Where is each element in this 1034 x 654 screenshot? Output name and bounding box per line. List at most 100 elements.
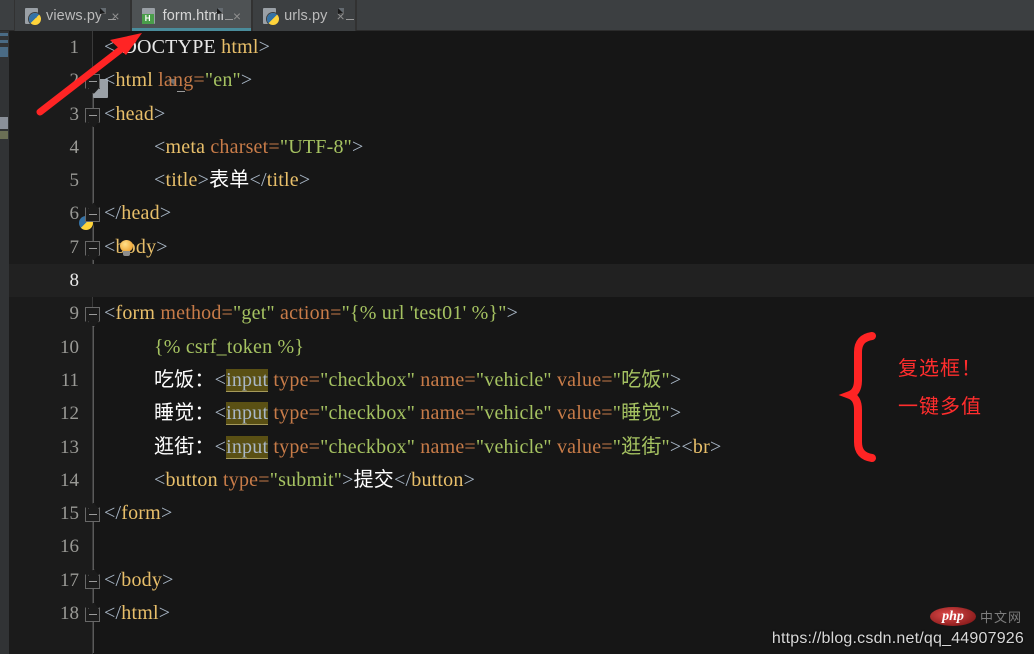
token-attr-method: method= [155,302,233,324]
token-attr-type: type= [268,402,320,424]
code-line[interactable]: 1 <!DOCTYPE html> [9,31,1034,64]
fold-marker-icon[interactable] [85,607,100,622]
token-attr-type: type= [268,369,320,391]
code-line[interactable]: 6 </head> [9,197,1034,230]
html-file-icon: H [141,8,157,24]
code-line[interactable]: 15 </form> [9,497,1034,530]
code-line[interactable]: 14 <button type="submit">提交</button> [9,464,1034,497]
token-tag-input-highlighted: input [226,436,268,459]
token-gt: > [507,302,518,324]
token-tag-button: button [165,469,217,491]
token-attr-name: name= [415,369,476,391]
tab-views-py[interactable]: views.py × [14,0,131,31]
fold-marker-icon[interactable] [85,108,100,123]
token-val-submit: "submit" [270,469,342,491]
code-line[interactable]: 12 睡觉：<input type="checkbox" name="vehic… [9,397,1034,430]
tab-form-html[interactable]: H form.html × [131,0,253,31]
fold-marker-icon[interactable] [85,507,100,522]
token-tag-html: html [115,69,152,91]
token-tag-form: form [115,302,155,324]
token-gt: > [670,369,681,391]
token-tag-button-close: button [411,469,463,491]
code-text: <html lang="en"> [104,64,252,97]
code-line[interactable]: 13 逛街：<input type="checkbox" name="vehic… [9,431,1034,464]
line-number: 18 [9,597,79,630]
code-line-current[interactable]: 8 [9,264,1034,297]
token-lt: < [104,69,115,91]
fold-marker-icon[interactable] [85,307,100,322]
code-lines: 1 <!DOCTYPE html> 2 <html lang="en"> [9,31,1034,654]
python-file-icon [52,38,71,57]
fold-marker-icon[interactable] [85,207,100,222]
php-logo: php [930,607,976,626]
line-number: 5 [9,164,79,197]
code-line[interactable]: 17 </body> [9,564,1034,597]
code-editor[interactable]: 1 <!DOCTYPE html> 2 <html lang="en"> [9,31,1034,654]
token-tag-title: title [165,169,197,191]
code-text: <button type="submit">提交</button> [154,464,475,497]
token-lt: < [154,136,165,158]
token-attr-type: type= [268,436,320,458]
code-text: <title>表单</title> [154,164,310,197]
token-tag-head: head [115,103,154,125]
token-django-csrf-tag: {% csrf_token %} [154,336,304,358]
token-gt: > [159,602,170,624]
token-gt: > [710,436,721,458]
token-tag-br: br [693,436,710,458]
fold-marker-icon[interactable] [85,574,100,589]
tab-urls-py[interactable]: urls.py × [252,0,356,31]
token-val-checkbox: "checkbox" [320,369,415,391]
token-val-chifan: "吃饭" [613,369,670,391]
code-text: </body> [104,564,174,597]
strip-marker [0,47,8,57]
code-line[interactable]: 5 <title>表单</title> [9,164,1034,197]
line-number: 4 [9,131,79,164]
line-number: 15 [9,497,79,530]
code-line[interactable]: 10 {% csrf_token %} [9,331,1034,364]
strip-marker [0,40,8,43]
line-number: 16 [9,530,79,563]
token-lt: < [215,436,226,458]
code-line[interactable]: 4 <meta charset="UTF-8"> [9,131,1034,164]
left-tool-strip[interactable] [0,31,9,654]
token-doctype-open: <! [104,36,122,58]
token-lt: < [215,402,226,424]
fold-marker-icon[interactable] [85,241,100,256]
line-number: 8 [9,264,79,297]
token-val-vehicle: "vehicle" [476,369,552,391]
token-gt: > [670,436,681,458]
code-line[interactable]: 18 </html> [9,597,1034,630]
token-close-lt: </ [104,569,121,591]
close-icon[interactable]: × [233,9,241,23]
line-number: 3 [9,98,79,131]
token-lt: < [104,302,115,324]
code-line[interactable]: 16 [9,530,1034,563]
token-lt: < [104,103,115,125]
token-gt: > [162,569,173,591]
token-text-title-content: 表单 [209,169,249,191]
code-line[interactable]: 3 <head> [9,98,1034,131]
code-line[interactable]: 11 吃饭：<input type="checkbox" name="vehic… [9,364,1034,397]
token-tag-input-highlighted: input [226,402,268,425]
token-gt: > [342,469,353,491]
code-text: {% csrf_token %} [154,331,304,364]
code-text: <meta charset="UTF-8"> [154,131,364,164]
code-line[interactable]: 9 <form method="get" action="{% url 'tes… [9,297,1034,330]
token-val-checkbox: "checkbox" [320,402,415,424]
token-close-lt: </ [104,502,121,524]
token-attr-action: action= [275,302,342,324]
token-attr-value: value= [552,369,613,391]
close-icon[interactable]: × [111,9,119,23]
fold-marker-icon[interactable] [85,74,100,89]
editor-tab-bar: views.py × H form.html × urls.py × [0,0,1034,31]
line-number: 12 [9,397,79,430]
code-line[interactable]: 7 <body> [9,231,1034,264]
code-line[interactable]: 2 <html lang="en"> [9,64,1034,97]
line-number: 11 [9,364,79,397]
lightbulb-icon[interactable] [119,240,134,257]
code-text: <!DOCTYPE html> [104,31,270,64]
token-val-en: "en" [205,69,241,91]
token-lt: < [154,469,165,491]
tab-bar-empty-area [356,0,1034,30]
token-gt: > [670,402,681,424]
